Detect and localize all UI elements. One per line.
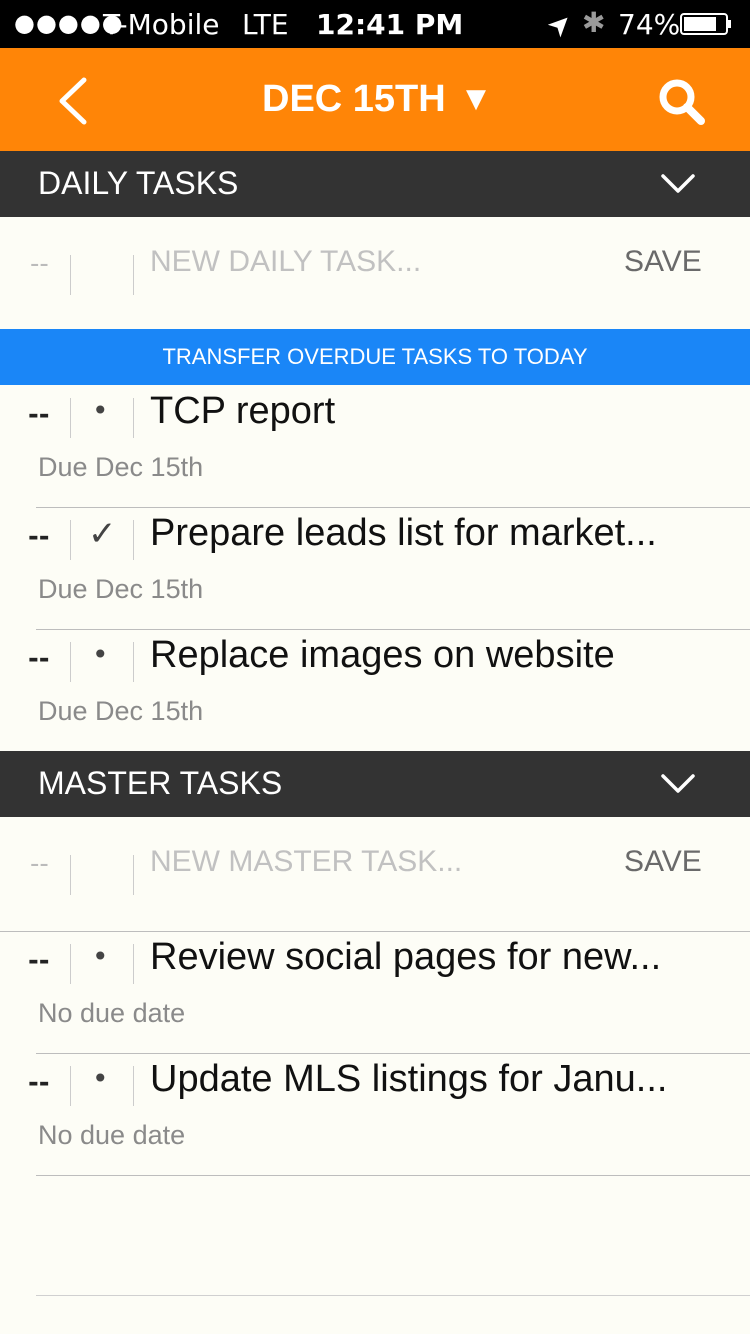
task-due-date: No due date [38, 998, 186, 1028]
divider [70, 398, 71, 438]
task-row[interactable]: -- • Review social pages for new... No d… [0, 932, 750, 1054]
task-row[interactable]: -- ✓ Prepare leads list for market... Du… [0, 508, 750, 630]
row-separator [36, 1175, 750, 1176]
back-chevron-icon[interactable] [52, 76, 96, 126]
task-due-date: No due date [38, 1120, 186, 1150]
save-master-task-button[interactable]: SAVE [624, 845, 702, 879]
task-priority[interactable]: -- [28, 946, 50, 976]
new-daily-task-input[interactable]: NEW DAILY TASK... [150, 245, 421, 279]
search-icon[interactable] [656, 76, 706, 126]
divider [70, 642, 71, 682]
task-priority[interactable]: -- [28, 522, 50, 552]
location-icon: ➤ [539, 4, 580, 45]
task-status-check-icon[interactable]: ✓ [88, 514, 117, 554]
save-daily-task-button[interactable]: SAVE [624, 245, 702, 279]
divider [70, 255, 71, 295]
date-title[interactable]: DEC 15TH [262, 78, 446, 121]
task-title: Prepare leads list for market... [150, 512, 657, 554]
bottom-separator [36, 1295, 750, 1296]
clock: 12:41 PM [316, 8, 464, 41]
task-row[interactable]: -- • Update MLS listings for Janu... No … [0, 1054, 750, 1176]
task-title: TCP report [150, 390, 336, 432]
divider [70, 520, 71, 560]
task-row[interactable]: -- • Replace images on website Due Dec 1… [0, 630, 750, 752]
task-due-date: Due Dec 15th [38, 452, 204, 482]
transfer-overdue-button[interactable]: TRANSFER OVERDUE TASKS TO TODAY [0, 329, 750, 385]
task-status-bullet[interactable]: • [92, 638, 109, 671]
dropdown-triangle-icon[interactable]: ▼ [466, 84, 486, 114]
divider [70, 1066, 71, 1106]
priority-placeholder: -- [30, 249, 49, 279]
divider [133, 855, 134, 895]
daily-tasks-header[interactable]: DAILY TASKS [0, 151, 750, 217]
bluetooth-icon: ✱ [582, 6, 606, 39]
task-priority[interactable]: -- [28, 644, 50, 674]
task-due-date: Due Dec 15th [38, 574, 204, 604]
nav-bar: DEC 15TH ▼ [0, 48, 750, 151]
divider [133, 255, 134, 295]
divider [70, 944, 71, 984]
new-master-task-input[interactable]: NEW MASTER TASK... [150, 845, 462, 879]
task-status-bullet[interactable]: • [92, 394, 109, 427]
divider [133, 1066, 134, 1106]
divider [70, 855, 71, 895]
chevron-down-icon[interactable] [660, 171, 696, 197]
battery-percent: 74% [618, 8, 681, 41]
new-daily-task-row: -- NEW DAILY TASK... SAVE [0, 217, 750, 329]
section-title: DAILY TASKS [38, 165, 239, 201]
network-type: LTE [242, 8, 289, 41]
section-title: MASTER TASKS [38, 765, 283, 801]
chevron-down-icon[interactable] [660, 771, 696, 797]
status-bar: ●●●●● T-Mobile LTE 12:41 PM ➤ ✱ 74% [0, 0, 750, 48]
master-tasks-header[interactable]: MASTER TASKS [0, 751, 750, 817]
battery-icon [680, 13, 731, 35]
task-title: Review social pages for new... [150, 936, 662, 978]
task-title: Replace images on website [150, 634, 615, 676]
task-status-bullet[interactable]: • [92, 1062, 109, 1095]
task-due-date: Due Dec 15th [38, 696, 204, 726]
task-status-bullet[interactable]: • [92, 940, 109, 973]
task-priority[interactable]: -- [28, 400, 50, 430]
task-title: Update MLS listings for Janu... [150, 1058, 668, 1100]
divider [133, 398, 134, 438]
task-priority[interactable]: -- [28, 1068, 50, 1098]
carrier-name: T-Mobile [103, 8, 220, 41]
divider [133, 642, 134, 682]
priority-placeholder: -- [30, 849, 49, 879]
task-row[interactable]: -- • TCP report Due Dec 15th [0, 386, 750, 508]
divider [133, 944, 134, 984]
new-master-task-row: -- NEW MASTER TASK... SAVE [0, 817, 750, 929]
divider [133, 520, 134, 560]
